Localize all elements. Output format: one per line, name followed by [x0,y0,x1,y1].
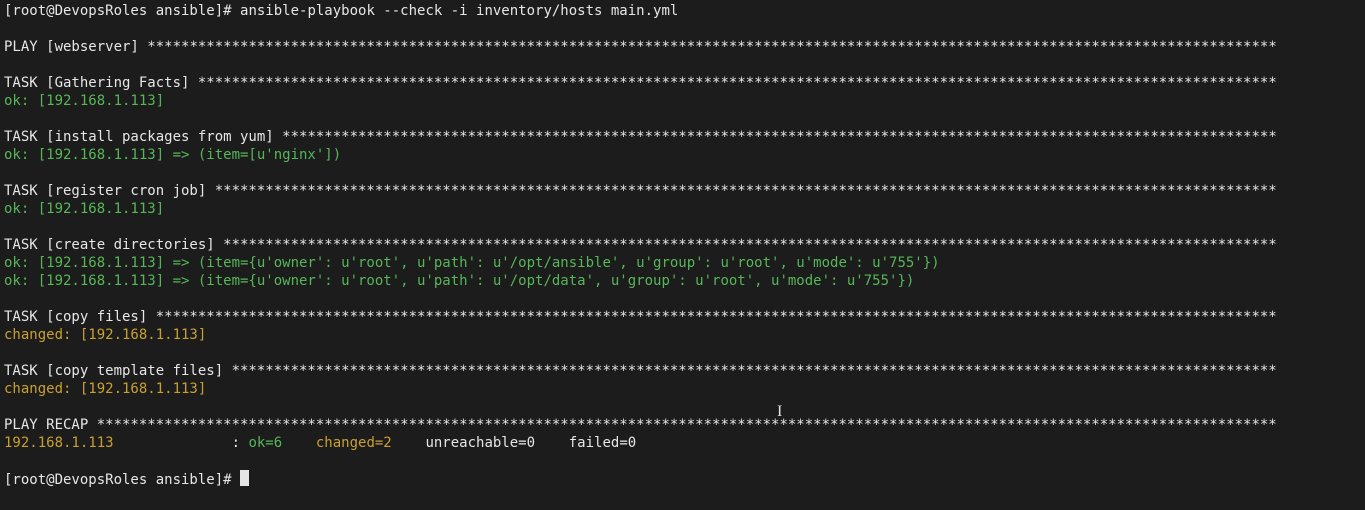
ok-install-packages: ok: [192.168.1.113] => (item=[u'nginx']) [4,147,341,163]
ok-register-cron: ok: [192.168.1.113] [4,201,164,217]
play-recap-header: PLAY RECAP *****************************… [4,417,1277,433]
changed-copy-files: changed: [192.168.1.113] [4,327,206,343]
task-gathering-facts: TASK [Gathering Facts] *****************… [4,75,1277,91]
prompt-line-2: [root@DevopsRoles ansible]# [4,472,240,488]
ok-gathering-facts: ok: [192.168.1.113] [4,93,164,109]
cursor-block [240,470,249,486]
prompt-line-1: [root@DevopsRoles ansible]# ansible-play… [4,3,678,19]
task-copy-template-files: TASK [copy template files] *************… [4,363,1277,379]
changed-copy-template-files: changed: [192.168.1.113] [4,381,206,397]
task-copy-files: TASK [copy files] **********************… [4,309,1277,325]
task-register-cron: TASK [register cron job] ***************… [4,183,1277,199]
task-create-directories: TASK [create directories] **************… [4,237,1277,253]
ok-create-dir-1: ok: [192.168.1.113] => (item={u'owner': … [4,255,940,271]
play-recap-line: 192.168.1.113 : ok=6 changed=2 unreachab… [4,435,636,451]
ok-create-dir-2: ok: [192.168.1.113] => (item={u'owner': … [4,273,914,289]
terminal[interactable]: [root@DevopsRoles ansible]# ansible-play… [0,0,1365,491]
play-header: PLAY [webserver] ***********************… [4,39,1277,55]
task-install-packages: TASK [install packages from yum] *******… [4,129,1277,145]
